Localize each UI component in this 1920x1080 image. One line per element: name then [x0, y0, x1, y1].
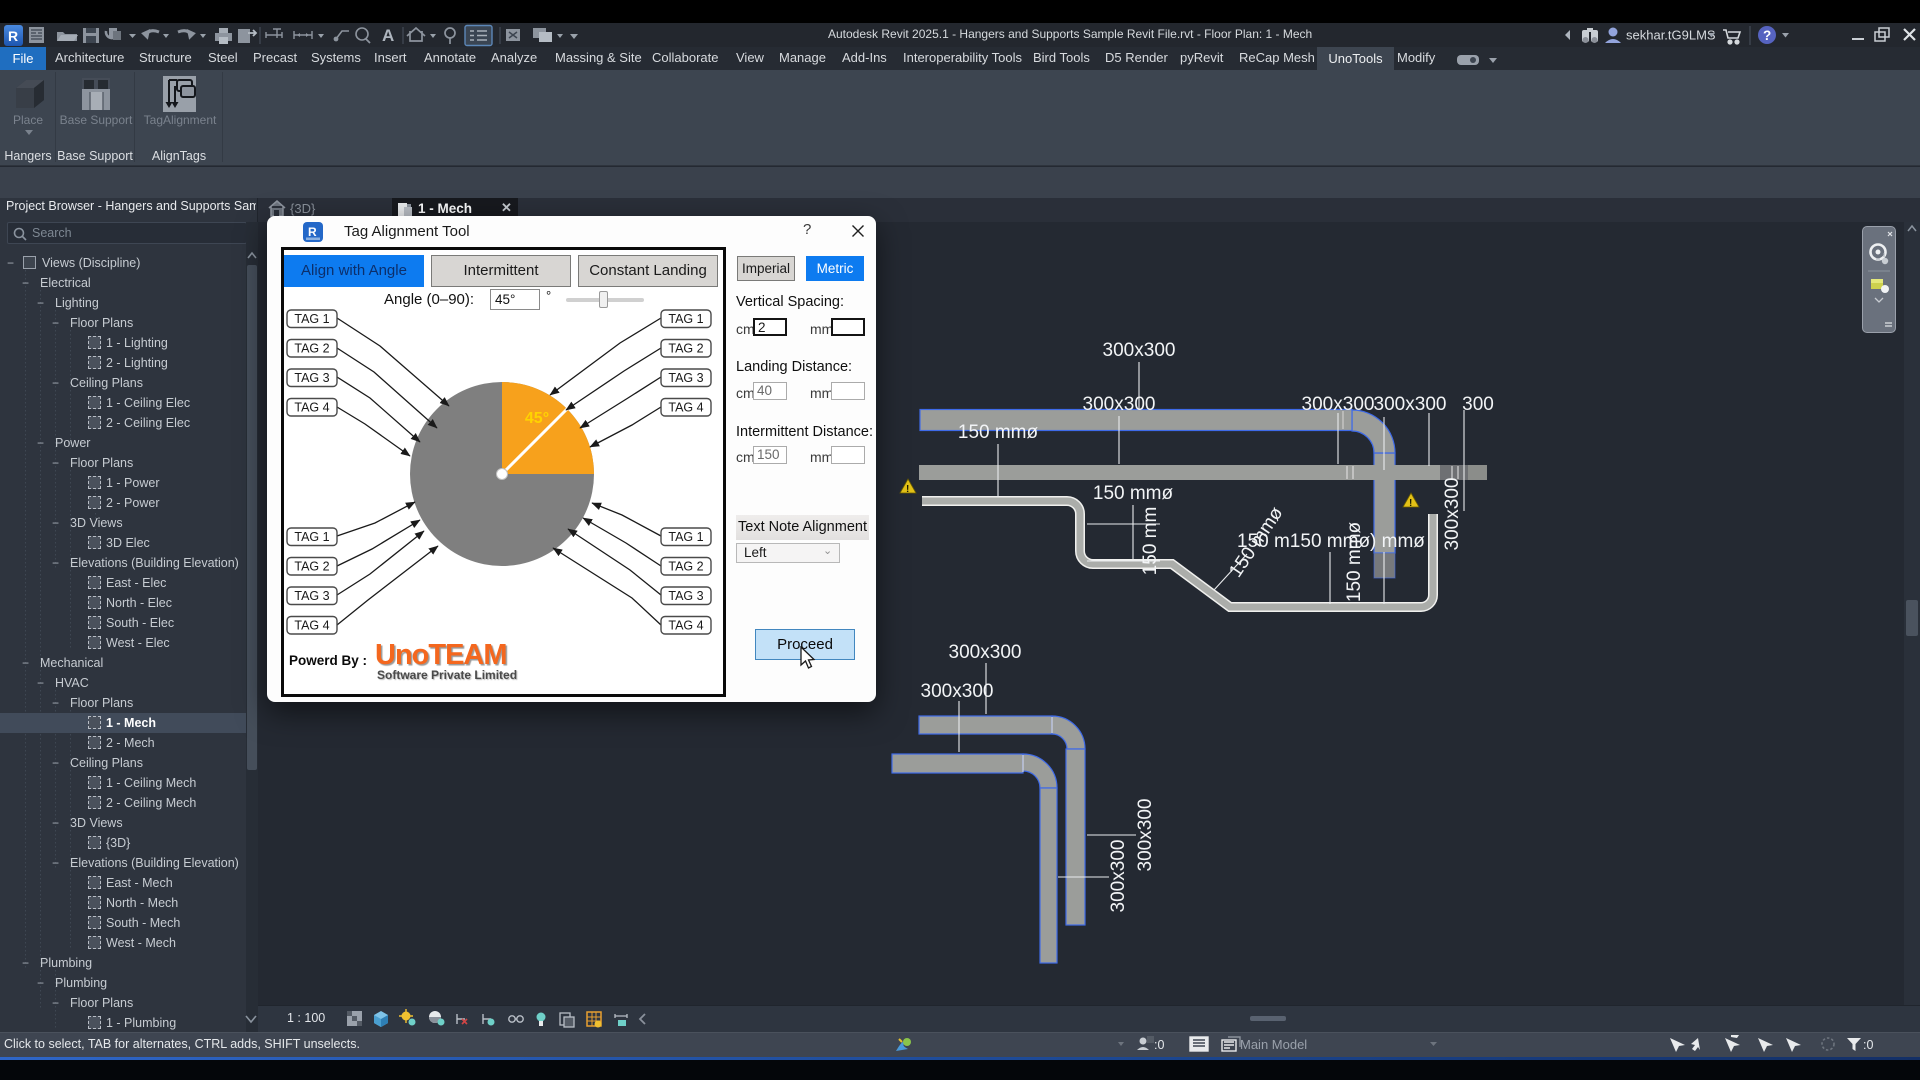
svg-text::0: :0: [1863, 1038, 1873, 1052]
svg-text:Main Model: Main Model: [1240, 1037, 1307, 1052]
svg-text:300x300: 300x300: [1442, 478, 1463, 551]
svg-text:300x300: 300x300: [1103, 340, 1176, 361]
svg-text:150 mm: 150 mm: [1140, 507, 1161, 576]
svg-text:TAG 4: TAG 4: [668, 401, 703, 415]
svg-text:150 mmø: 150 mmø: [958, 422, 1039, 443]
svg-text:R: R: [8, 28, 18, 44]
svg-text:TAG 3: TAG 3: [294, 589, 329, 603]
svg-text:300x300: 300x300: [1374, 394, 1447, 415]
svg-text:300x300: 300x300: [949, 642, 1022, 663]
svg-text:A: A: [382, 26, 394, 45]
svg-text:300: 300: [1462, 394, 1494, 415]
svg-text:TAG 4: TAG 4: [668, 619, 703, 633]
svg-text:TAG 1: TAG 1: [294, 530, 329, 544]
svg-text:TAG 2: TAG 2: [668, 342, 703, 356]
svg-text:300x300: 300x300: [921, 681, 994, 702]
svg-text:300x300: 300x300: [1135, 799, 1156, 872]
svg-text:TAG 3: TAG 3: [294, 371, 329, 385]
svg-text:300x300: 300x300: [1083, 394, 1156, 415]
svg-text:TAG 2: TAG 2: [294, 342, 329, 356]
svg-text:TAG 1: TAG 1: [668, 530, 703, 544]
svg-text:sekhar.tG9LMS: sekhar.tG9LMS: [1626, 28, 1716, 43]
svg-text:TAG 2: TAG 2: [668, 560, 703, 574]
svg-text:TAG 1: TAG 1: [294, 312, 329, 326]
svg-text:45°: 45°: [525, 410, 549, 427]
svg-text:TAG 4: TAG 4: [294, 401, 329, 415]
svg-text::0: :0: [1154, 1038, 1164, 1052]
svg-text:!: !: [1409, 498, 1412, 509]
svg-text:TAG 3: TAG 3: [668, 589, 703, 603]
svg-text:300x300: 300x300: [1302, 394, 1375, 415]
svg-text:150 mmø: 150 mmø: [1093, 483, 1174, 504]
svg-text:TAG 4: TAG 4: [294, 619, 329, 633]
svg-text:!: !: [906, 484, 909, 495]
svg-text:150 m150 mmø) mmø: 150 m150 mmø) mmø: [1237, 531, 1425, 552]
svg-text:TAG 1: TAG 1: [668, 312, 703, 326]
svg-text:?: ?: [1763, 28, 1771, 43]
svg-text:R: R: [308, 225, 317, 239]
svg-text:TAG 3: TAG 3: [668, 371, 703, 385]
svg-text:TAG 2: TAG 2: [294, 560, 329, 574]
svg-text:300x300: 300x300: [1108, 840, 1129, 913]
